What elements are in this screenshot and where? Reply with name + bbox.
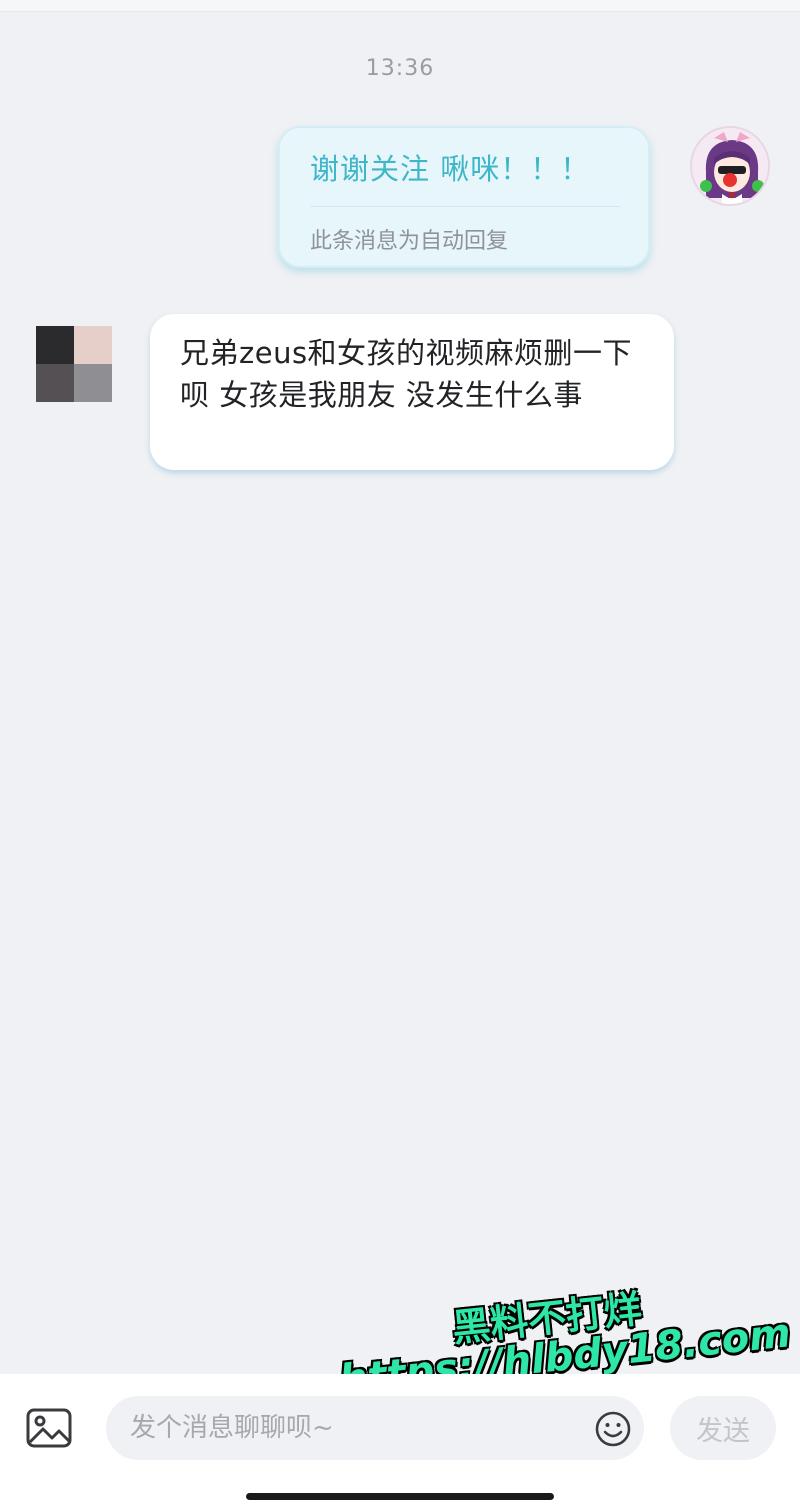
outgoing-auto-reply-bubble[interactable]: 谢谢关注 啾咪！！！ 此条消息为自动回复 bbox=[278, 126, 650, 268]
emoji-button[interactable] bbox=[594, 1410, 632, 1448]
outgoing-message-text: 谢谢关注 啾咪！！！ bbox=[310, 152, 591, 186]
send-button[interactable]: 发送 bbox=[670, 1396, 776, 1460]
message-input-container[interactable] bbox=[106, 1396, 644, 1460]
image-icon bbox=[26, 1408, 72, 1448]
emoji-icon bbox=[595, 1411, 631, 1447]
top-bar-edge bbox=[0, 0, 800, 12]
message-composer: 发送 bbox=[0, 1374, 800, 1512]
watermark-title: 黑料不打烊 bbox=[450, 1286, 644, 1351]
message-input[interactable] bbox=[130, 1396, 570, 1460]
image-picker-button[interactable] bbox=[26, 1408, 72, 1448]
anime-avatar-icon bbox=[692, 128, 768, 204]
my-avatar[interactable] bbox=[690, 126, 770, 206]
auto-reply-note: 此条消息为自动回复 bbox=[310, 229, 509, 254]
incoming-message-bubble[interactable]: 兄弟zeus和女孩的视频麻烦删一下呗 女孩是我朋友 没发生什么事 bbox=[150, 314, 674, 470]
message-timestamp: 13:36 bbox=[365, 56, 435, 81]
avatar-pixel bbox=[36, 364, 74, 402]
avatar-pixel bbox=[74, 364, 112, 402]
incoming-message-text: 兄弟zeus和女孩的视频麻烦删一下呗 女孩是我朋友 没发生什么事 bbox=[180, 336, 633, 412]
home-indicator[interactable] bbox=[246, 1493, 554, 1500]
avatar-pixel bbox=[36, 326, 74, 364]
contact-avatar-pixelated[interactable] bbox=[36, 326, 112, 402]
avatar-pixel bbox=[74, 326, 112, 364]
bubble-divider bbox=[310, 206, 620, 207]
